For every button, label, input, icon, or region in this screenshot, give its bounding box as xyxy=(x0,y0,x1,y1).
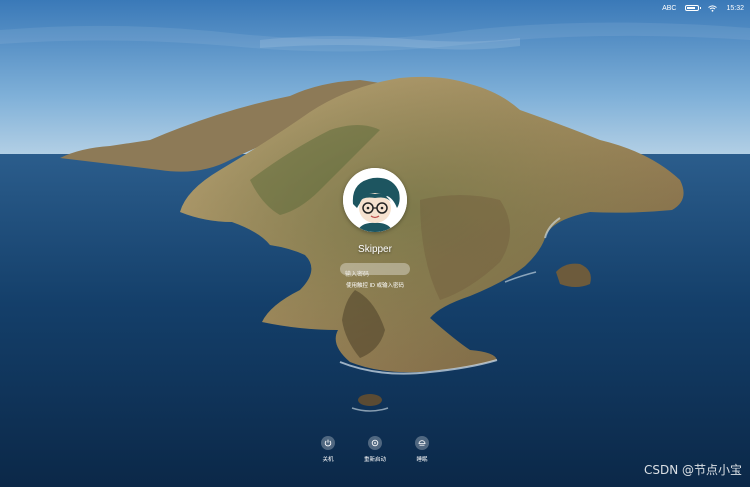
sleep-icon xyxy=(415,436,429,450)
input-source-label: ABC xyxy=(662,4,677,12)
username-label: Skipper xyxy=(358,244,392,255)
menu-clock[interactable]: 15:32 xyxy=(726,2,744,14)
watermark-text: CSDN @节点小宝 xyxy=(643,463,742,477)
password-input[interactable] xyxy=(340,269,410,281)
shutdown-button[interactable]: 关机 xyxy=(308,436,348,463)
restart-button[interactable]: 重新启动 xyxy=(355,436,395,463)
password-field-container xyxy=(340,263,410,281)
restart-label: 重新启动 xyxy=(363,457,386,463)
user-avatar[interactable] xyxy=(343,168,407,232)
battery-icon[interactable] xyxy=(685,2,702,14)
power-icon xyxy=(321,436,335,450)
restart-icon xyxy=(368,436,382,450)
shutdown-label: 关机 xyxy=(322,457,334,463)
wifi-icon[interactable] xyxy=(708,2,718,14)
sleep-button[interactable]: 睡眠 xyxy=(402,436,442,463)
menu-bar-status: ABC 15:32 xyxy=(662,2,744,14)
cartoon-avatar-icon xyxy=(343,168,407,232)
input-source-indicator[interactable]: ABC xyxy=(662,2,676,14)
login-hint: 使用触控 ID 或输入密码 xyxy=(345,283,405,289)
sleep-label: 睡眠 xyxy=(416,457,428,463)
